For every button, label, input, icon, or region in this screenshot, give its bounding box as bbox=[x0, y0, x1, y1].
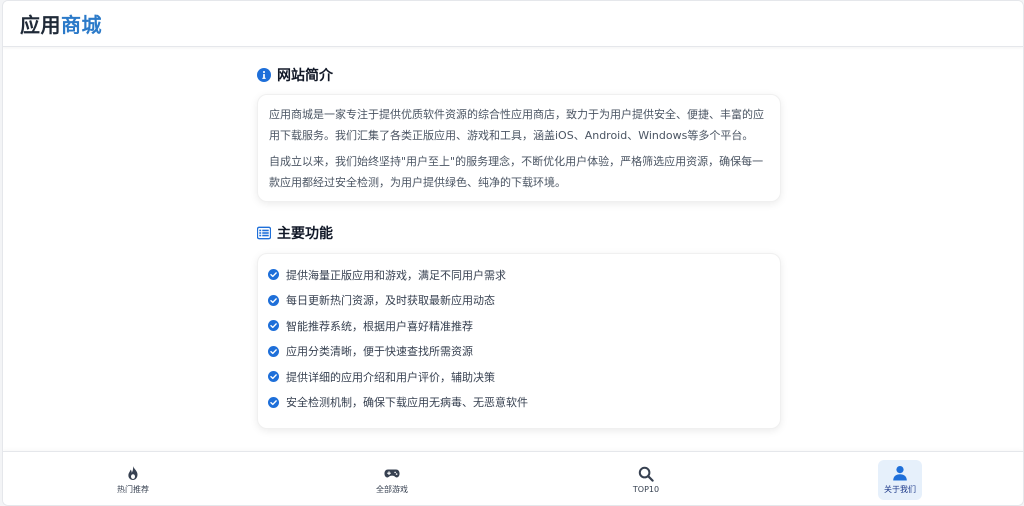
gamepad-icon bbox=[384, 469, 400, 478]
nav-label: 全部游戏 bbox=[376, 485, 408, 494]
nav-item-about[interactable]: 关于我们 bbox=[878, 460, 922, 500]
features-title: 主要功能 bbox=[277, 226, 333, 242]
fire-icon bbox=[128, 466, 138, 480]
check-circle-icon bbox=[268, 396, 279, 408]
features-card: 提供海量正版应用和游戏，满足不同用户需求 每日更新热门资源，及时获取最新应用动态… bbox=[257, 253, 781, 429]
nav-label: 关于我们 bbox=[884, 485, 916, 494]
feature-text: 每日更新热门资源，及时获取最新应用动态 bbox=[286, 294, 495, 308]
logo-text-accent: 商城 bbox=[61, 13, 102, 37]
feature-item: 提供详细的应用介绍和用户评价，辅助决策 bbox=[268, 364, 770, 390]
feature-text: 提供海量正版应用和游戏，满足不同用户需求 bbox=[286, 268, 506, 282]
site-logo[interactable]: 应用商城 bbox=[20, 9, 102, 38]
feature-item: 安全检测机制，确保下载应用无病毒、无恶意软件 bbox=[268, 390, 770, 416]
intro-card: 应用商城是一家专注于提供优质软件资源的综合性应用商店，致力于为用户提供安全、便捷… bbox=[257, 94, 781, 202]
check-circle-icon bbox=[268, 371, 279, 383]
intro-paragraph: 应用商城是一家专注于提供优质软件资源的综合性应用商店，致力于为用户提供安全、便捷… bbox=[269, 108, 764, 142]
feature-text: 提供详细的应用介绍和用户评价，辅助决策 bbox=[286, 370, 495, 384]
features-heading: 主要功能 bbox=[257, 223, 781, 243]
intro-heading: 网站简介 bbox=[257, 65, 781, 85]
feature-text: 安全检测机制，确保下载应用无病毒、无恶意软件 bbox=[286, 396, 528, 410]
nav-item-games[interactable]: 全部游戏 bbox=[370, 460, 414, 500]
feature-item: 智能推荐系统，根据用户喜好精准推荐 bbox=[268, 313, 770, 339]
bottom-nav: 热门推荐 全部游戏 TOP10 关于我们 bbox=[3, 451, 1023, 505]
check-circle-icon bbox=[268, 345, 279, 357]
intro-paragraph: 自成立以来，我们始终坚持"用户至上"的服务理念，不断优化用户体验，严格筛选应用资… bbox=[269, 155, 764, 189]
header: 应用商城 bbox=[3, 1, 1023, 47]
user-icon bbox=[893, 466, 907, 481]
info-circle-icon bbox=[257, 68, 271, 82]
feature-text: 应用分类清晰，便于快速查找所需资源 bbox=[286, 345, 473, 359]
search-icon bbox=[638, 466, 654, 482]
nav-label: 热门推荐 bbox=[117, 485, 149, 494]
logo-text-primary: 应用 bbox=[20, 13, 61, 37]
feature-item: 每日更新热门资源，及时获取最新应用动态 bbox=[268, 288, 770, 314]
check-circle-icon bbox=[268, 294, 279, 306]
check-circle-icon bbox=[268, 320, 279, 332]
nav-item-top10[interactable]: TOP10 bbox=[624, 460, 668, 500]
main-content: 网站简介 应用商城是一家专注于提供优质软件资源的综合性应用商店，致力于为用户提供… bbox=[257, 47, 781, 429]
check-circle-icon bbox=[268, 269, 279, 281]
nav-item-hot[interactable]: 热门推荐 bbox=[111, 460, 155, 500]
feature-text: 智能推荐系统，根据用户喜好精准推荐 bbox=[286, 319, 473, 333]
nav-label: TOP10 bbox=[632, 485, 660, 494]
list-icon bbox=[257, 226, 271, 240]
app-window: 应用商城 网站简介 应用商城是一家专注于提供优质软件资源的综合性应用商店，致力于… bbox=[2, 0, 1024, 506]
feature-item: 应用分类清晰，便于快速查找所需资源 bbox=[268, 339, 770, 365]
intro-title: 网站简介 bbox=[277, 68, 333, 84]
feature-item: 提供海量正版应用和游戏，满足不同用户需求 bbox=[268, 262, 770, 288]
